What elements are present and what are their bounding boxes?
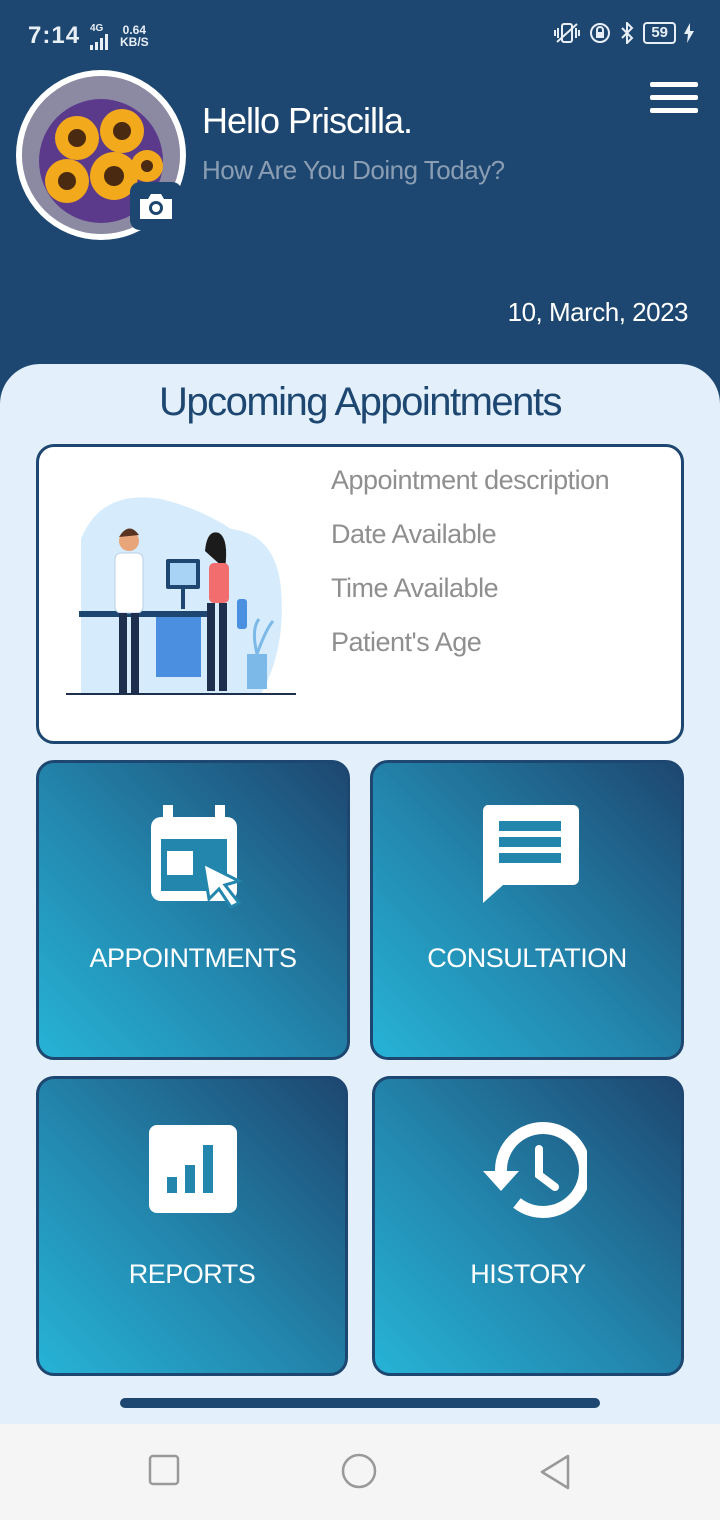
scroll-indicator xyxy=(120,1398,600,1408)
section-title: Upcoming Appointments xyxy=(158,380,563,424)
greeting-subtitle: How Are You Doing Today? xyxy=(202,155,505,185)
appointments-tile[interactable]: APPOINTMENTS xyxy=(36,760,350,1060)
status-time: 7:14 xyxy=(28,22,81,49)
hamburger-menu-icon[interactable] xyxy=(650,82,698,118)
current-date: 10, March, 2023 xyxy=(507,297,689,327)
network-indicator: 4G xyxy=(90,24,108,50)
history-label: HISTORY xyxy=(470,1259,586,1289)
network-type: 4G xyxy=(90,23,104,34)
signal-icon xyxy=(90,34,108,50)
status-bar: 7:14 4G 0.64 KB/S 59 xyxy=(0,0,720,70)
calendar-cursor-icon xyxy=(151,805,243,909)
chat-bubble-icon xyxy=(482,805,579,903)
status-icons: 59 xyxy=(553,22,694,44)
rotation-lock-icon xyxy=(590,23,611,43)
camera-icon xyxy=(140,194,172,219)
appointment-time: Time Available xyxy=(331,573,499,603)
appointment-description: Appointment description xyxy=(331,465,610,495)
recent-apps-icon[interactable] xyxy=(148,1454,180,1486)
doctor-patient-illustration xyxy=(66,497,296,695)
reports-label: REPORTS xyxy=(128,1259,256,1289)
system-nav-bar xyxy=(0,1424,720,1520)
consultation-label: CONSULTATION xyxy=(427,943,627,973)
patient-age: Patient's Age xyxy=(331,627,482,657)
network-speed-unit: KB/S xyxy=(120,35,149,49)
battery-level: 59 xyxy=(643,22,676,44)
home-icon[interactable] xyxy=(340,1452,378,1490)
appointment-date: Date Available xyxy=(331,519,497,549)
reports-tile[interactable]: REPORTS xyxy=(36,1076,348,1376)
network-speed: 0.64 KB/S xyxy=(120,24,149,48)
consultation-tile[interactable]: CONSULTATION xyxy=(370,760,684,1060)
upcoming-appointment-card[interactable]: Appointment description Date Available T… xyxy=(36,444,684,744)
back-icon[interactable] xyxy=(538,1454,572,1490)
charging-icon xyxy=(684,23,694,43)
bar-chart-icon xyxy=(149,1125,237,1213)
greeting-text: Hello Priscilla. xyxy=(202,100,413,141)
history-clock-icon xyxy=(483,1122,587,1218)
history-tile[interactable]: HISTORY xyxy=(372,1076,684,1376)
appointments-label: APPOINTMENTS xyxy=(89,943,297,973)
bluetooth-icon xyxy=(621,22,634,44)
vibrate-icon xyxy=(554,23,581,43)
change-photo-button[interactable] xyxy=(130,182,182,230)
